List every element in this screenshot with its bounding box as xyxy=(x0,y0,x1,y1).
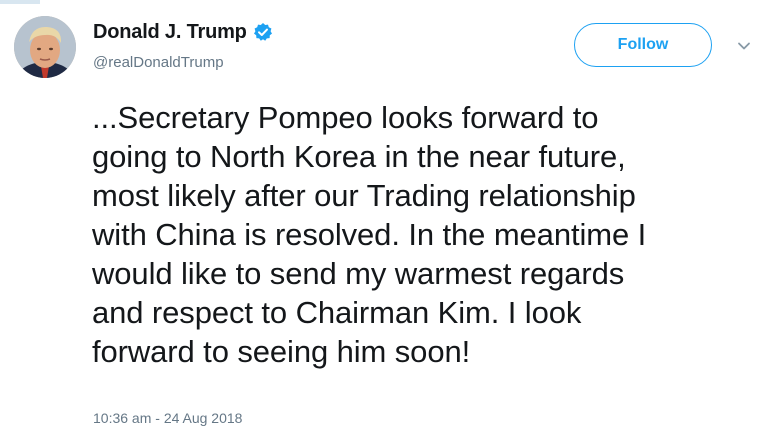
top-accent-bar xyxy=(0,0,40,4)
verified-badge-icon xyxy=(253,22,273,42)
display-name-row: Donald J. Trump xyxy=(93,18,273,46)
author-info: Donald J. Trump @realDonaldTrump xyxy=(93,18,273,71)
display-name[interactable]: Donald J. Trump xyxy=(93,21,247,44)
tweet-timestamp[interactable]: 10:36 am - 24 Aug 2018 xyxy=(93,410,242,426)
user-handle[interactable]: @realDonaldTrump xyxy=(93,54,273,71)
tweet-card: Donald J. Trump @realDonaldTrump Follow … xyxy=(0,0,780,438)
follow-button[interactable]: Follow xyxy=(574,23,712,67)
chevron-down-icon[interactable] xyxy=(736,38,752,54)
avatar[interactable] xyxy=(14,16,76,78)
tweet-text: ...Secretary Pompeo looks forward to goi… xyxy=(92,100,647,369)
